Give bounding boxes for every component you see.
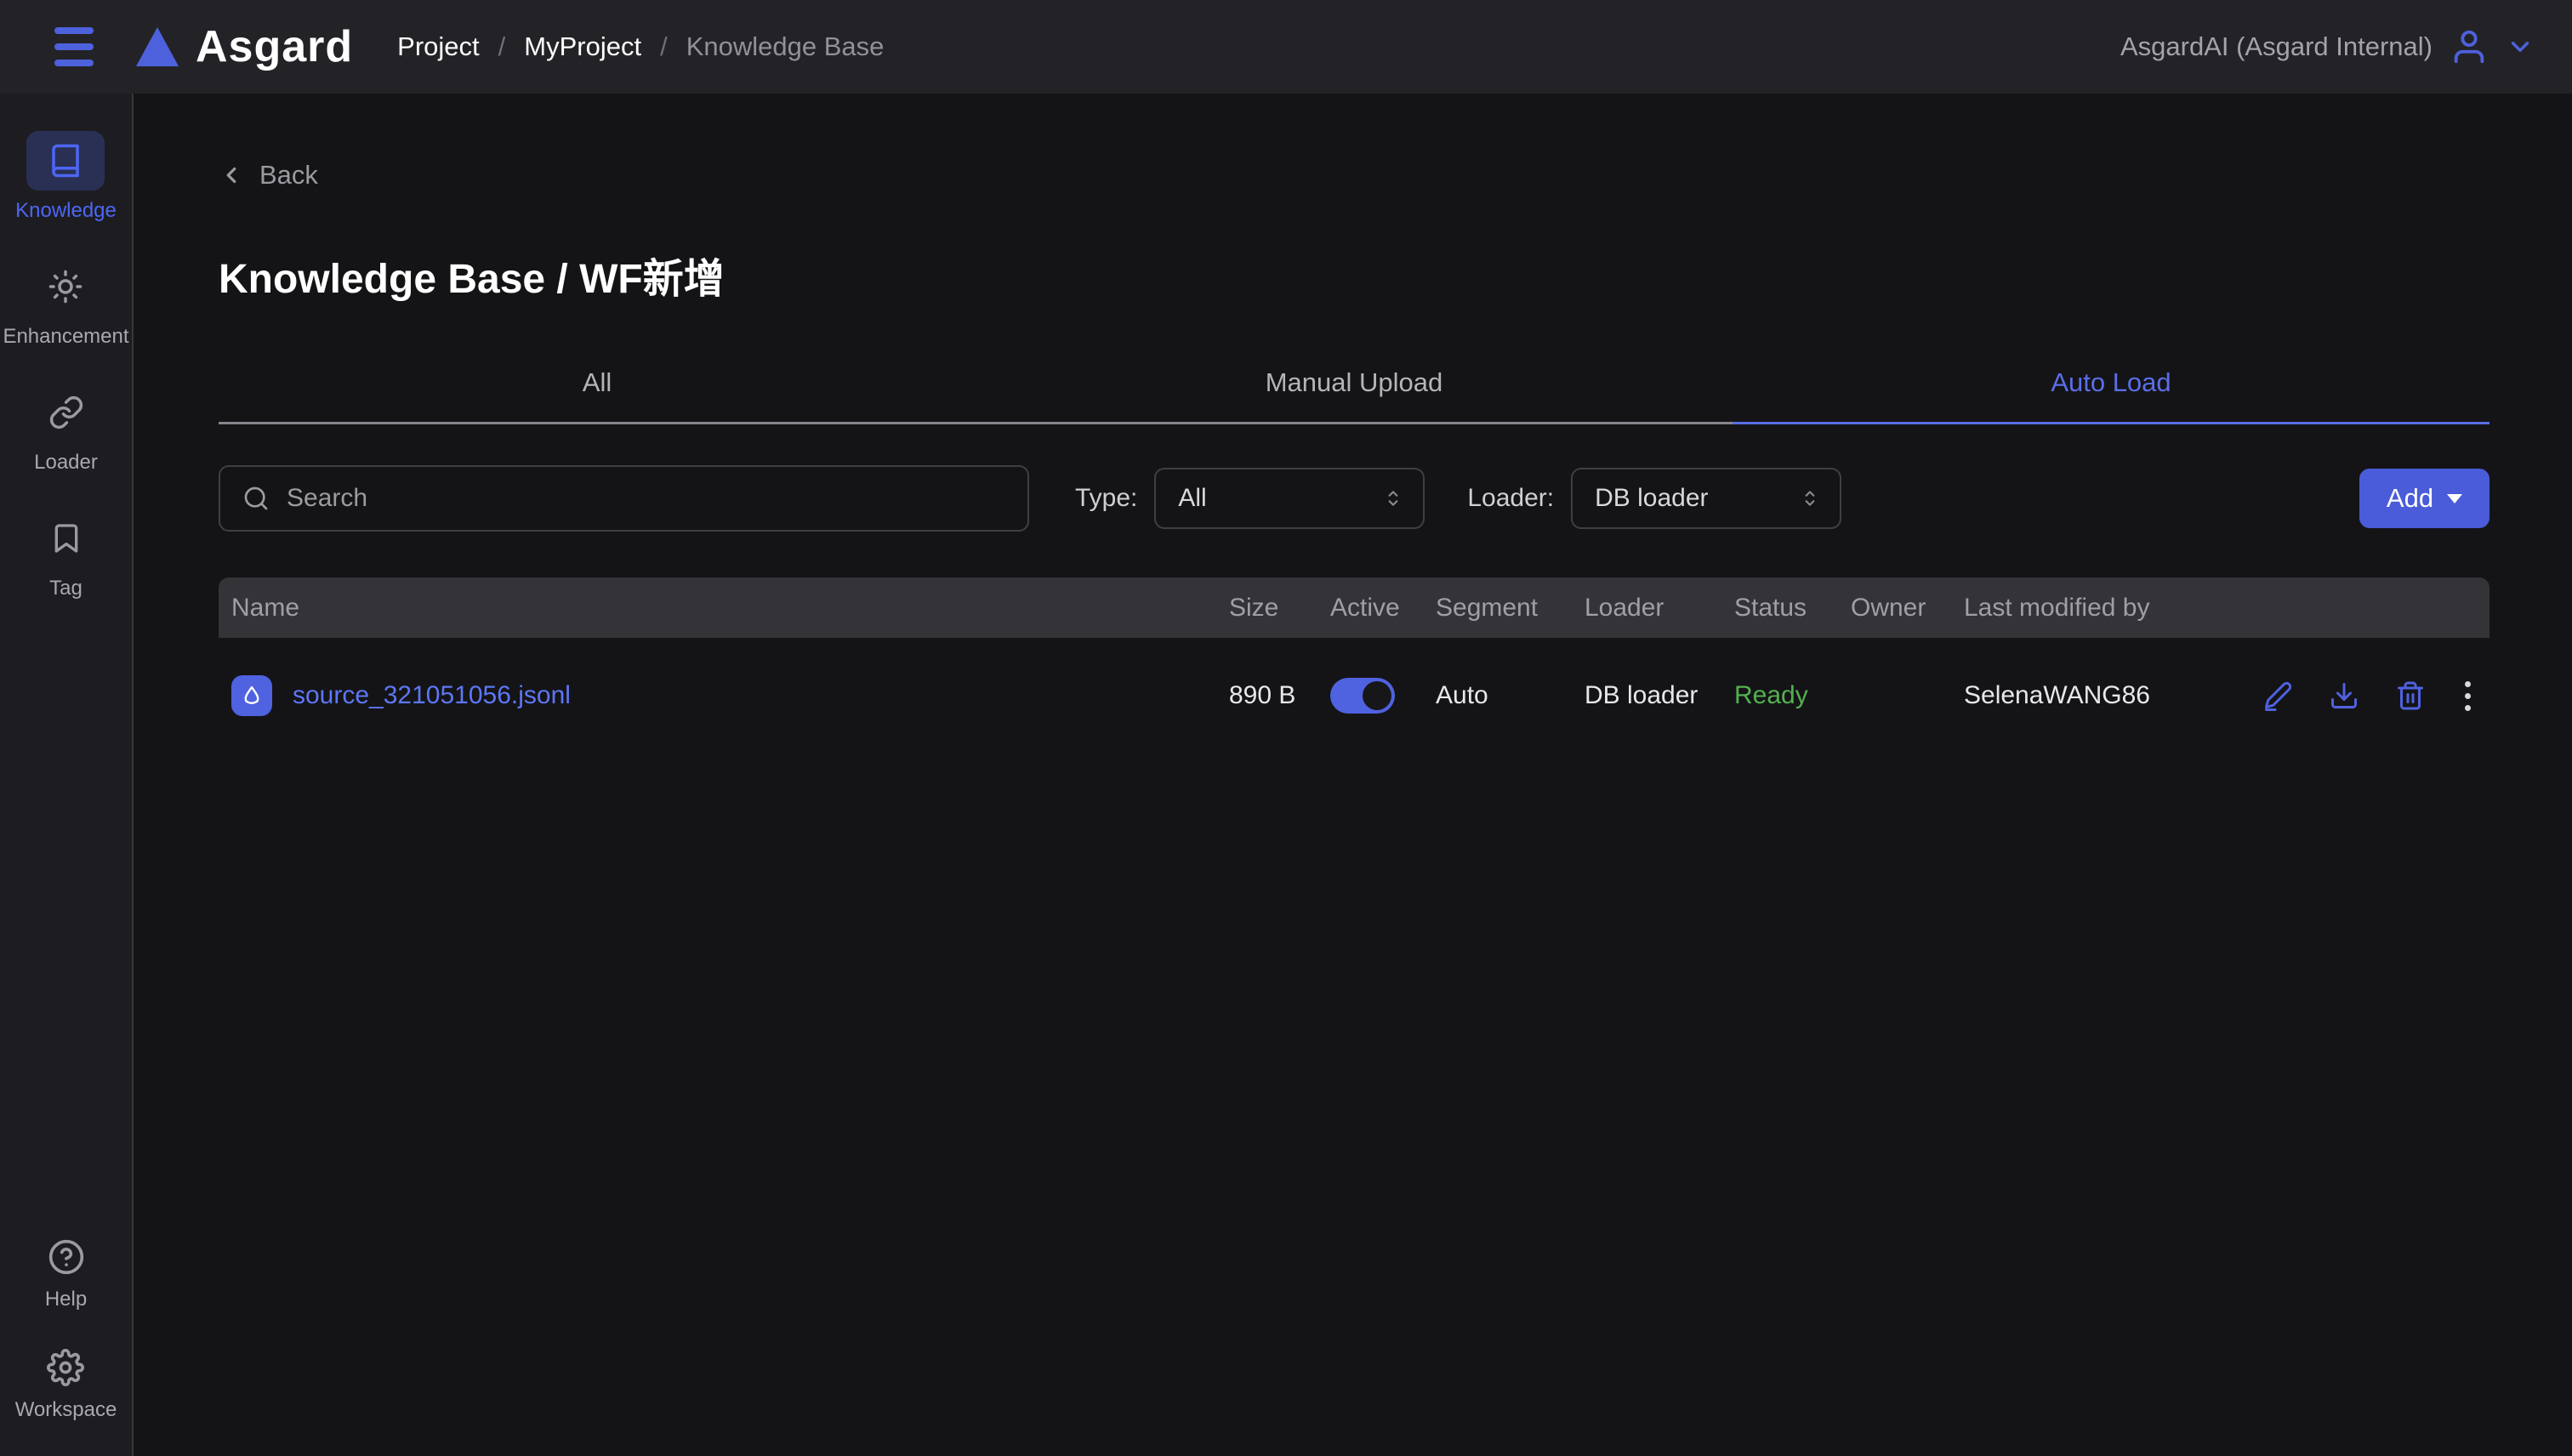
book-icon: [48, 143, 83, 179]
breadcrumb-knowledge-base: Knowledge Base: [686, 31, 885, 62]
last-modified-by-value: SelenaWANG86: [1964, 681, 2262, 710]
column-header-name: Name: [231, 594, 1229, 623]
sidebar-item-label: Knowledge: [15, 199, 117, 223]
link-icon: [48, 395, 84, 430]
tab-all[interactable]: All: [219, 367, 976, 422]
type-filter-label: Type:: [1075, 484, 1137, 513]
add-button-label: Add: [2387, 483, 2433, 514]
select-chevrons-icon: [1799, 486, 1821, 511]
sidebar: Knowledge Enhancement Loader: [0, 94, 134, 1456]
sidebar-item-tag[interactable]: Tag: [27, 509, 105, 600]
loader-select[interactable]: DB loader: [1571, 468, 1841, 529]
row-actions: [2262, 678, 2498, 714]
gear-icon: [47, 1349, 84, 1386]
filter-row: Type: All Loader: DB loader Add: [219, 465, 2489, 532]
breadcrumb-separator: /: [498, 31, 506, 62]
more-options-button[interactable]: [2461, 678, 2474, 714]
tab-auto-load[interactable]: Auto Load: [1733, 367, 2489, 422]
search-icon: [242, 485, 270, 512]
bookmark-icon: [49, 521, 83, 555]
active-toggle[interactable]: [1330, 678, 1395, 714]
select-chevrons-icon: [1382, 486, 1404, 511]
account-name: AsgardAI (Asgard Internal): [2120, 31, 2433, 62]
page-title: Knowledge Base / WF新增: [219, 245, 2489, 304]
file-glyph-icon: [238, 682, 265, 709]
hamburger-menu-icon[interactable]: [54, 27, 94, 66]
file-size: 890 B: [1229, 681, 1330, 710]
loader-value: DB loader: [1585, 681, 1734, 710]
sun-icon: [48, 269, 83, 304]
delete-button[interactable]: [2395, 680, 2426, 711]
pencil-icon: [2262, 680, 2293, 711]
add-button[interactable]: Add: [2359, 469, 2489, 528]
column-header-owner: Owner: [1851, 594, 1964, 623]
sidebar-item-label: Workspace: [15, 1398, 117, 1422]
tab-manual-upload[interactable]: Manual Upload: [976, 367, 1733, 422]
loader-filter-label: Loader:: [1467, 484, 1554, 513]
question-circle-icon: [48, 1238, 85, 1276]
column-header-last-modified-by: Last modified by: [1964, 594, 2262, 623]
download-button[interactable]: [2329, 680, 2359, 711]
chevron-left-icon: [219, 162, 244, 188]
sidebar-item-label: Help: [45, 1288, 87, 1311]
sidebar-item-label: Loader: [34, 451, 98, 475]
caret-down-icon: [2447, 494, 2462, 503]
column-header-status: Status: [1734, 594, 1851, 623]
breadcrumb-myproject[interactable]: MyProject: [524, 31, 641, 62]
loader-select-value: DB loader: [1595, 484, 1708, 513]
download-icon: [2329, 680, 2359, 711]
type-select-value: All: [1178, 484, 1206, 513]
sidebar-item-knowledge[interactable]: Knowledge: [15, 131, 117, 223]
user-icon[interactable]: [2450, 27, 2489, 66]
back-button[interactable]: Back: [219, 160, 318, 191]
sidebar-item-workspace[interactable]: Workspace: [15, 1345, 117, 1422]
search-input[interactable]: [285, 483, 1005, 514]
sidebar-item-help[interactable]: Help: [27, 1235, 105, 1311]
toggle-knob: [1363, 681, 1391, 710]
sidebar-item-label: Tag: [49, 577, 83, 600]
sidebar-item-enhancement[interactable]: Enhancement: [3, 257, 128, 349]
column-header-loader: Loader: [1585, 594, 1734, 623]
file-name-link[interactable]: source_321051056.jsonl: [293, 681, 571, 710]
documents-table: Name Size Active Segment Loader Status O…: [219, 577, 2489, 740]
sidebar-item-label: Enhancement: [3, 325, 128, 349]
status-badge: Ready: [1734, 681, 1851, 710]
sidebar-item-loader[interactable]: Loader: [27, 383, 105, 475]
breadcrumb-project[interactable]: Project: [397, 31, 479, 62]
column-header-segment: Segment: [1436, 594, 1585, 623]
column-header-size: Size: [1229, 594, 1330, 623]
breadcrumb: Project / MyProject / Knowledge Base: [397, 31, 884, 62]
column-header-active: Active: [1330, 594, 1436, 623]
table-row: source_321051056.jsonl 890 B Auto DB loa…: [219, 651, 2489, 740]
edit-button[interactable]: [2262, 680, 2293, 711]
file-type-icon: [231, 675, 272, 716]
chevron-down-icon[interactable]: [2506, 32, 2535, 61]
search-box[interactable]: [219, 465, 1029, 532]
top-bar: Asgard Project / MyProject / Knowledge B…: [0, 0, 2572, 94]
asgard-logo-icon: [136, 27, 179, 66]
segment-value: Auto: [1436, 681, 1585, 710]
breadcrumb-separator: /: [660, 31, 668, 62]
main-content: Back Knowledge Base / WF新增 All Manual Up…: [134, 160, 2572, 740]
type-select[interactable]: All: [1154, 468, 1425, 529]
trash-icon: [2395, 680, 2426, 711]
brand-name: Asgard: [196, 21, 353, 72]
table-header: Name Size Active Segment Loader Status O…: [219, 577, 2489, 638]
back-label: Back: [259, 160, 318, 191]
tab-bar: All Manual Upload Auto Load: [219, 367, 2489, 424]
